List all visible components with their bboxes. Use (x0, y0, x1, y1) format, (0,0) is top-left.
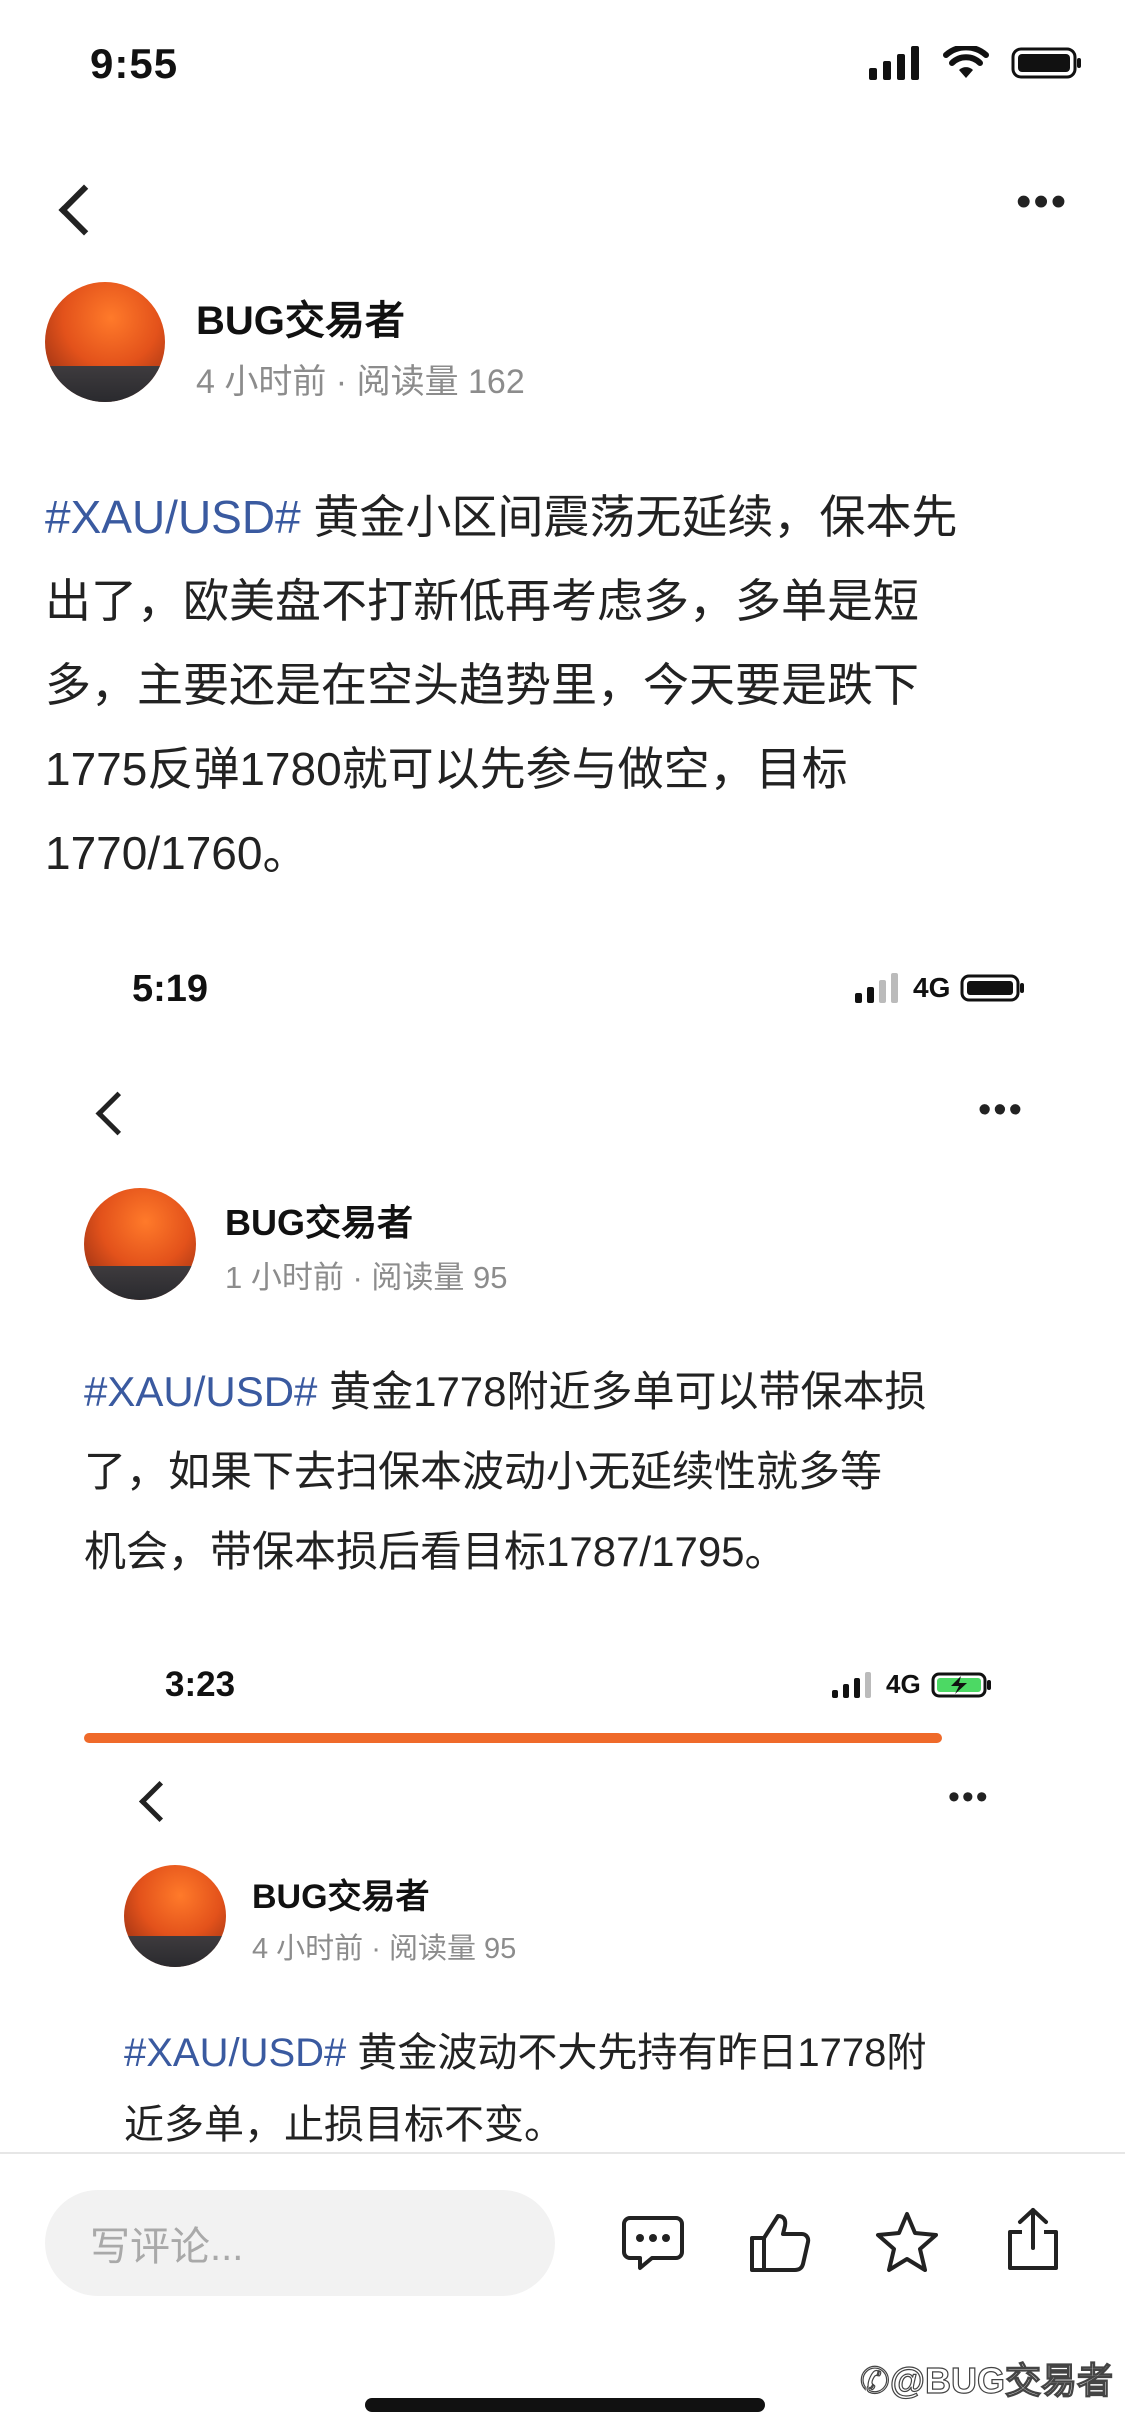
back-button[interactable] (58, 184, 110, 236)
comment-input[interactable]: 写评论... (45, 2190, 555, 2296)
comment-placeholder: 写评论... (90, 2225, 244, 2269)
post-body: #XAU/USD# 黄金1778附近多单可以带保本损 了，如果下去扫保本波动小无… (84, 1368, 927, 1575)
signal-icon (832, 1671, 871, 1698)
status-icons (869, 46, 1083, 80)
battery-charging-icon (931, 1672, 991, 1697)
embedded-screenshot-3: 3:23 4G ••• BUG交易者 4 小时前 · 阅读量 95 #XAU/U… (0, 1645, 1125, 2150)
watermark-text: @BUG交易者 (889, 2359, 1113, 2401)
wifi-icon (943, 46, 989, 78)
hashtag-link[interactable]: #XAU/USD# (84, 1368, 317, 1415)
post-meta: 1 小时前 · 阅读量 95 (225, 1260, 508, 1295)
home-indicator[interactable] (365, 2398, 765, 2412)
author-name[interactable]: BUG交易者 (252, 1869, 430, 1918)
post-meta: 4 小时前 · 阅读量 162 (196, 363, 525, 401)
post-meta: 4 小时前 · 阅读量 95 (252, 1933, 517, 1965)
divider (0, 2152, 1125, 2154)
author-name[interactable]: BUG交易者 (196, 288, 405, 346)
back-button[interactable] (95, 1091, 140, 1136)
author-name[interactable]: BUG交易者 (225, 1194, 413, 1246)
signal-icon (855, 973, 898, 1003)
avatar[interactable] (124, 1865, 226, 1967)
network-label: 4G (886, 1669, 921, 1699)
watermark: ✆@BUG交易者 (859, 2352, 1113, 2404)
status-time: 3:23 (165, 1665, 236, 1704)
comment-icon[interactable] (622, 2214, 684, 2272)
share-icon[interactable] (1004, 2206, 1062, 2272)
status-time: 9:55 (90, 40, 179, 87)
like-icon[interactable] (748, 2210, 812, 2274)
hashtag-link[interactable]: #XAU/USD# (124, 2031, 346, 2075)
network-label: 4G (913, 972, 951, 1003)
battery-icon (1011, 47, 1081, 79)
signal-icon (869, 46, 919, 80)
status-icons: 4G (855, 972, 1026, 1004)
weibo-logo-icon: ✆ (859, 2359, 890, 2401)
battery-icon (960, 974, 1025, 1002)
star-icon[interactable] (874, 2210, 940, 2274)
more-button[interactable]: ••• (1016, 180, 1068, 224)
back-button[interactable] (138, 1780, 181, 1823)
post-body: #XAU/USD# 黄金小区间震荡无延续，保本先 出了，欧美盘不打新低再考虑多，… (45, 491, 958, 879)
progress-bar (84, 1733, 942, 1743)
embedded-screenshot-2: 5:19 4G ••• BUG交易者 1 小时前 · 阅读量 95 #XAU/U… (0, 940, 1125, 1580)
status-time: 5:19 (132, 968, 209, 1010)
more-button[interactable]: ••• (978, 1091, 1024, 1129)
post-body: #XAU/USD# 黄金波动不大先持有昨日1778附 近多单，止损目标不变。 (124, 2031, 927, 2147)
more-button[interactable]: ••• (948, 1780, 990, 1814)
status-icons: 4G (832, 1669, 993, 1700)
avatar[interactable] (84, 1188, 196, 1300)
hashtag-link[interactable]: #XAU/USD# (45, 491, 301, 543)
avatar[interactable] (45, 282, 165, 402)
